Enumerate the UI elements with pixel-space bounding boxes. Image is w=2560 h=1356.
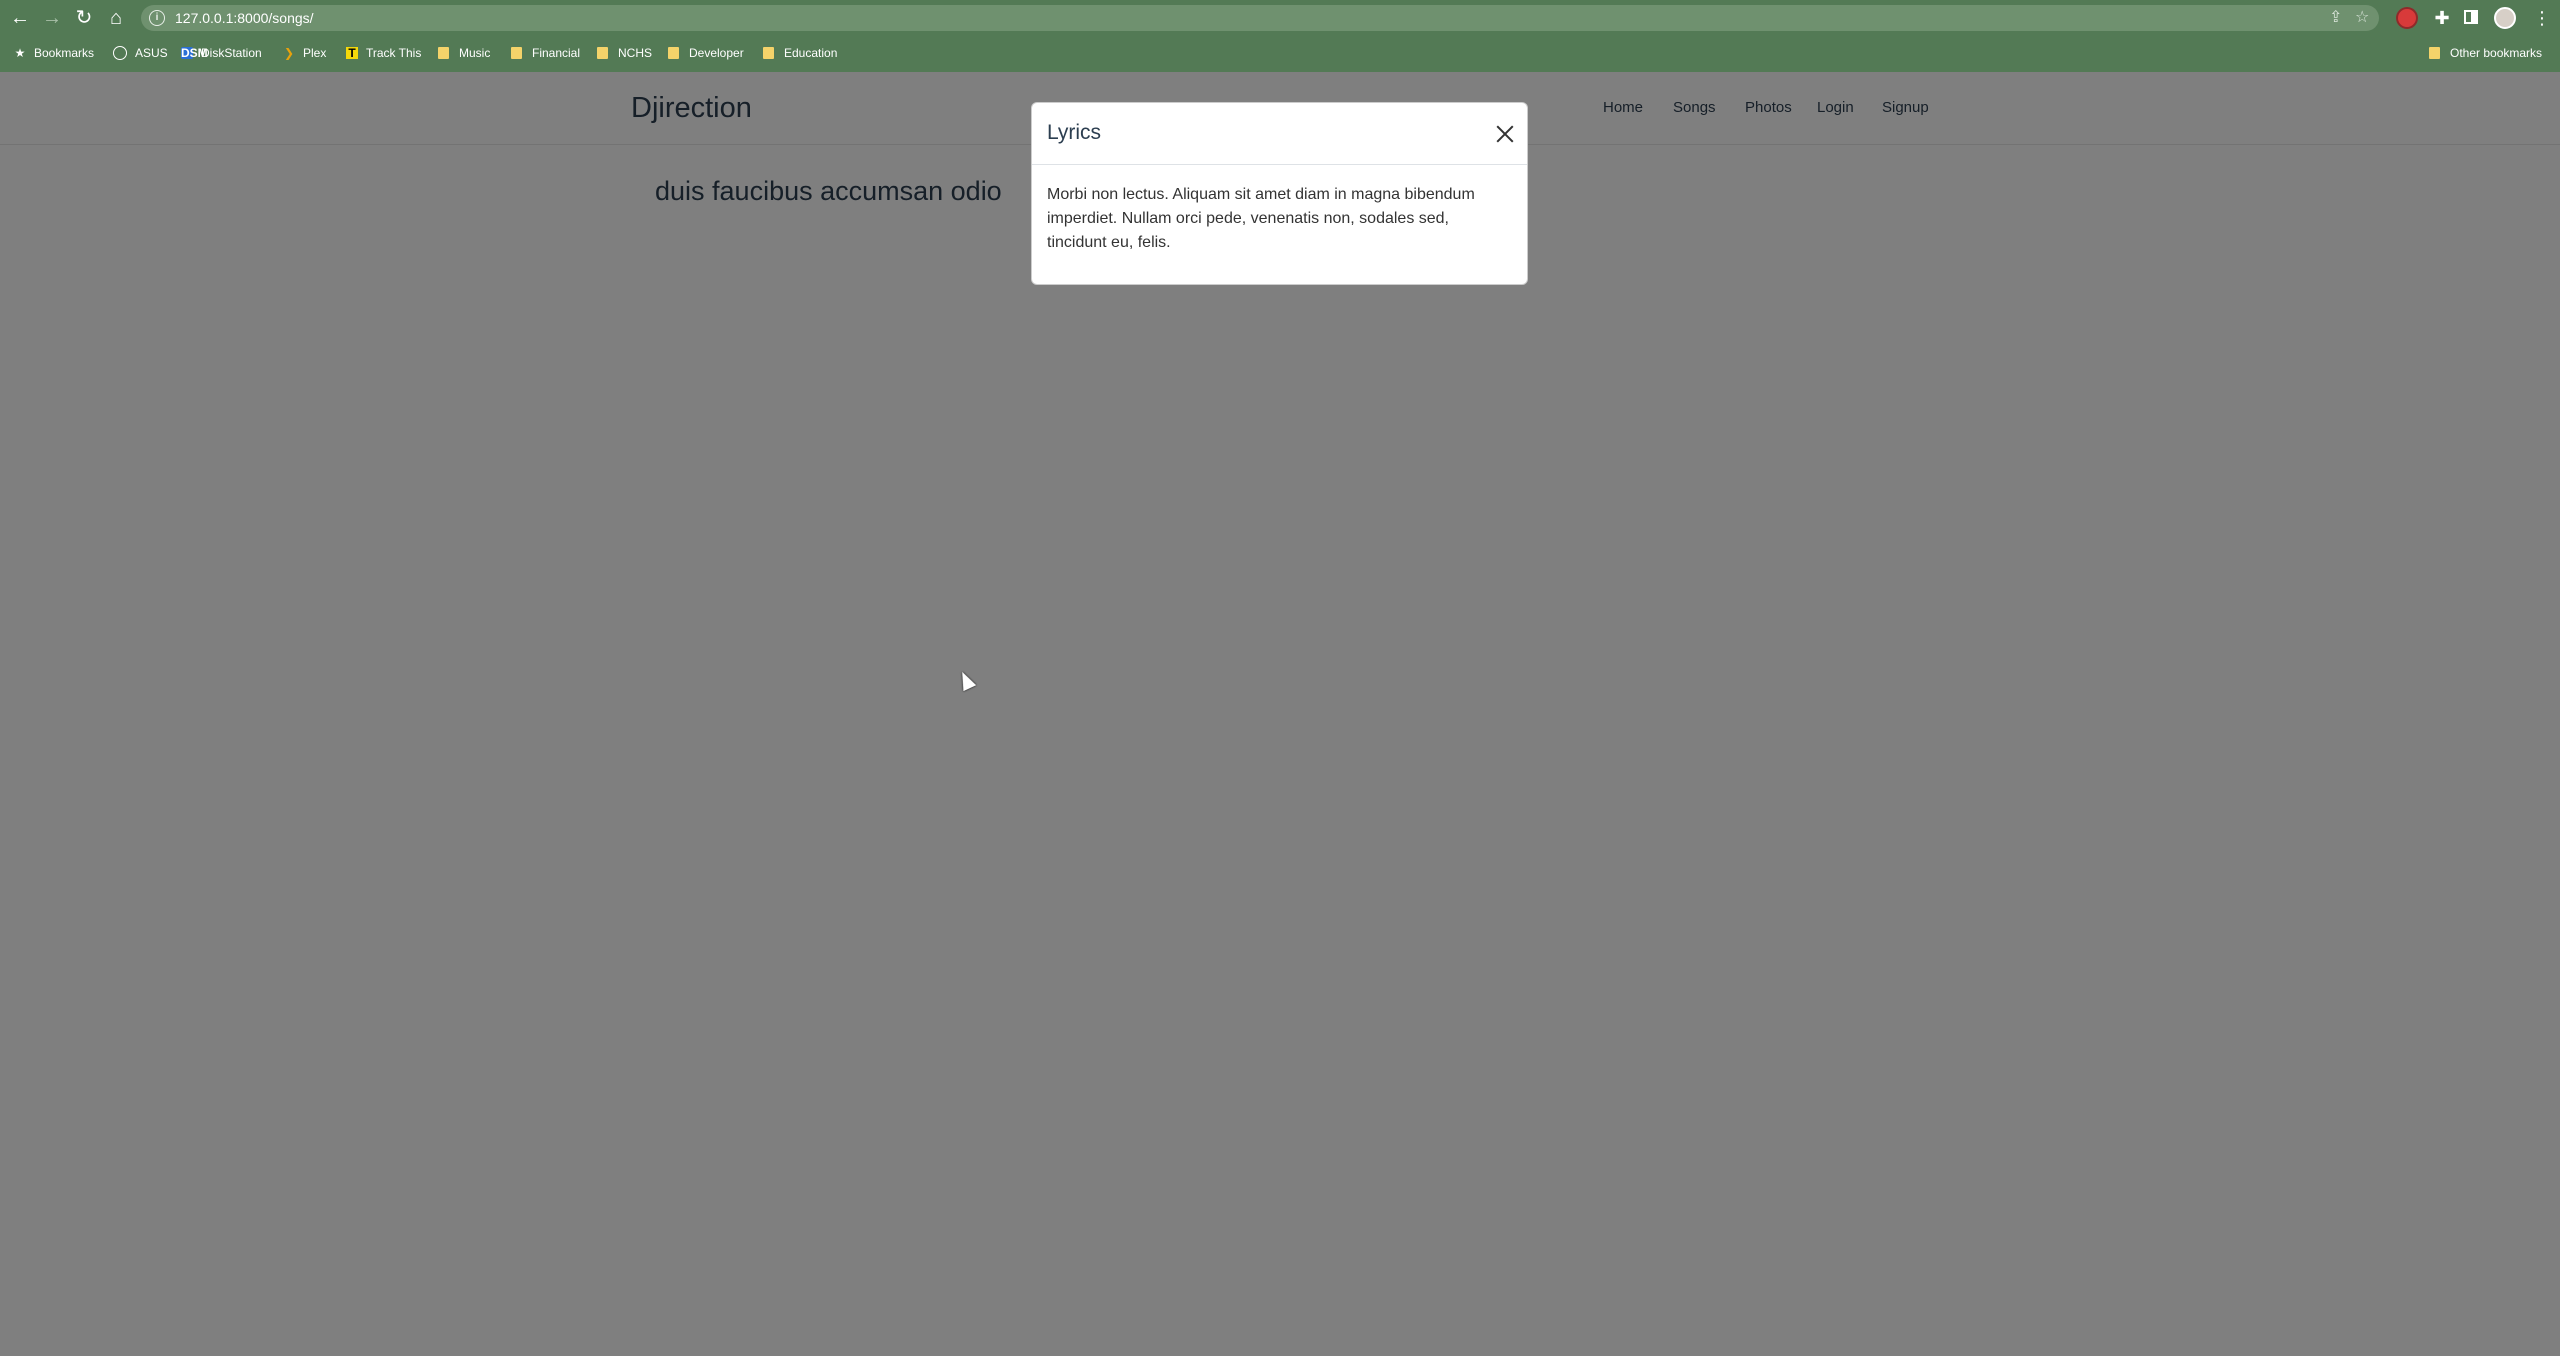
folder-icon bbox=[511, 47, 522, 59]
bookmark-nchs[interactable]: NCHS bbox=[597, 36, 652, 70]
browser-toolbar: ← → ↻ ⌂ i 127.0.0.1:8000/songs/ ⇪ ☆ ✚ ⋮ bbox=[0, 0, 2560, 36]
share-icon[interactable]: ⇪ bbox=[2329, 9, 2342, 27]
profile-avatar[interactable] bbox=[2494, 7, 2516, 29]
bookmark-label: Bookmarks bbox=[34, 46, 95, 60]
lyrics-modal: Lyrics Morbi non lectus. Aliquam sit ame… bbox=[1031, 102, 1528, 285]
address-bar[interactable]: i 127.0.0.1:8000/songs/ ⇪ ☆ bbox=[141, 5, 2379, 31]
bookmark-plex[interactable]: ❯ Plex bbox=[283, 36, 326, 70]
address-url[interactable]: 127.0.0.1:8000/songs/ bbox=[175, 9, 314, 27]
home-icon[interactable]: ⌂ bbox=[104, 6, 128, 30]
page-content: Djirection Home Songs Photos Login Signu… bbox=[0, 72, 2560, 1356]
diskstation-icon: DSM bbox=[181, 46, 208, 60]
bookmark-track-this[interactable]: T Track This bbox=[346, 36, 421, 70]
bookmark-label: Developer bbox=[689, 46, 744, 60]
back-arrow-icon[interactable]: ← bbox=[8, 6, 32, 30]
bookmark-music[interactable]: Music bbox=[438, 36, 490, 70]
extension-icon[interactable] bbox=[2398, 9, 2416, 27]
modal-title: Lyrics bbox=[1047, 121, 1102, 144]
track-this-icon: T bbox=[346, 47, 358, 59]
plex-icon: ❯ bbox=[283, 46, 295, 60]
bookmarks-bar: ★ Bookmarks ASUS DSM DiskStation ❯ Plex … bbox=[0, 36, 2560, 72]
bookmark-label: Other bookmarks bbox=[2450, 46, 2543, 60]
folder-icon bbox=[668, 47, 679, 59]
bookmark-developer[interactable]: Developer bbox=[668, 36, 744, 70]
bookmark-label: ASUS bbox=[135, 46, 168, 60]
star-icon: ★ bbox=[14, 46, 26, 60]
bookmark-label: Track This bbox=[366, 46, 422, 60]
folder-icon bbox=[438, 47, 449, 59]
bookmark-label: Education bbox=[784, 46, 838, 60]
bookmark-education[interactable]: Education bbox=[763, 36, 837, 70]
folder-icon bbox=[2429, 47, 2440, 59]
modal-header: Lyrics bbox=[1032, 103, 1527, 165]
folder-icon bbox=[597, 47, 608, 59]
bookmark-label: Music bbox=[459, 46, 491, 60]
forward-arrow-icon[interactable]: → bbox=[40, 6, 64, 30]
side-panel-icon[interactable] bbox=[2464, 10, 2478, 24]
extensions-puzzle-icon[interactable]: ✚ bbox=[2432, 8, 2452, 28]
bookmark-asus[interactable]: ASUS bbox=[113, 36, 168, 70]
bookmark-label: DiskStation bbox=[201, 46, 262, 60]
folder-icon bbox=[763, 47, 774, 59]
reload-icon[interactable]: ↻ bbox=[72, 6, 96, 30]
browser-menu-icon[interactable]: ⋮ bbox=[2532, 8, 2552, 28]
lyrics-text: Morbi non lectus. Aliquam sit amet diam … bbox=[1047, 186, 1475, 251]
bookmark-label: Financial bbox=[532, 46, 581, 60]
bookmark-label: NCHS bbox=[618, 46, 653, 60]
bookmark-star-icon[interactable]: ☆ bbox=[2355, 9, 2369, 27]
asus-icon bbox=[113, 46, 127, 60]
site-info-icon[interactable]: i bbox=[149, 10, 165, 26]
close-icon[interactable] bbox=[1494, 123, 1516, 145]
bookmark-diskstation[interactable]: DSM DiskStation bbox=[181, 36, 262, 70]
bookmark-financial[interactable]: Financial bbox=[511, 36, 580, 70]
bookmark-bookmarks[interactable]: ★ Bookmarks bbox=[14, 36, 94, 70]
bookmark-label: Plex bbox=[303, 46, 327, 60]
bookmark-other-bookmarks[interactable]: Other bookmarks bbox=[2429, 36, 2542, 70]
